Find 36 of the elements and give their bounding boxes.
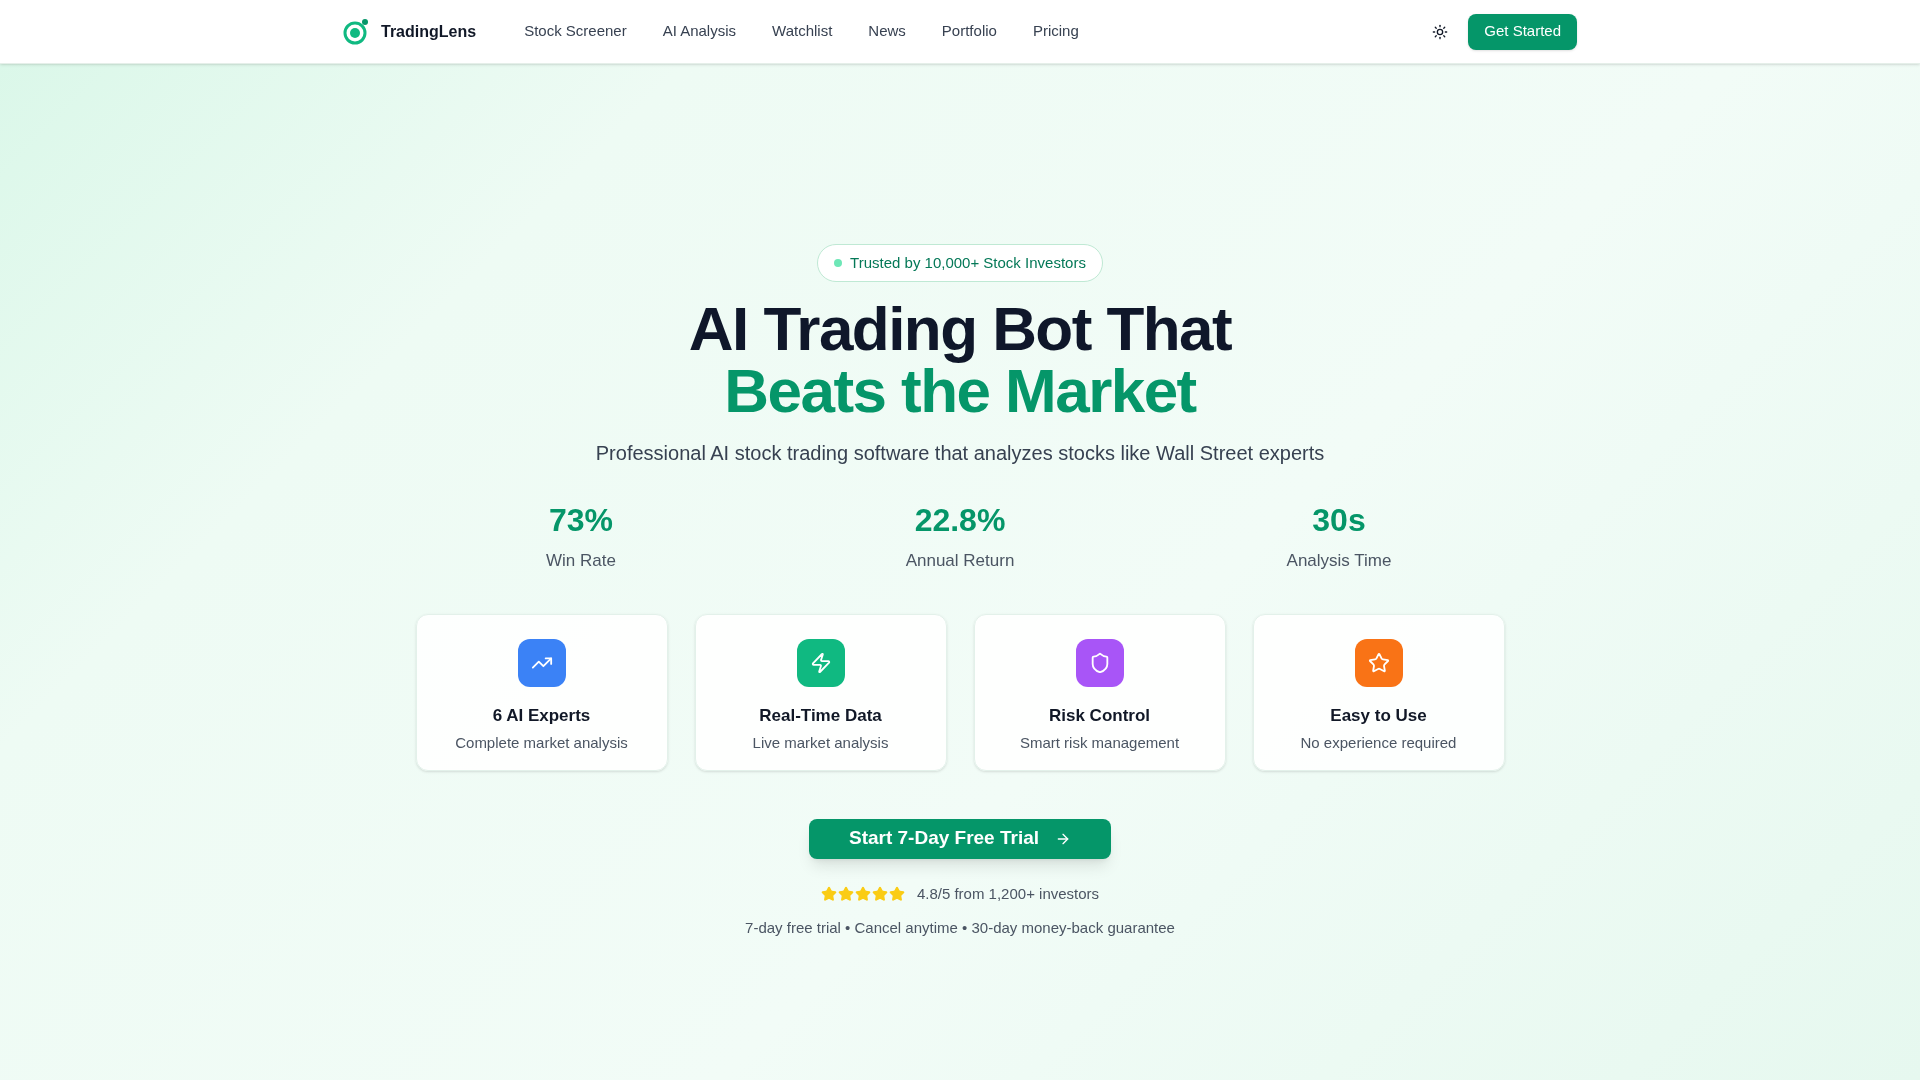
feature-title: Real-Time Data [759,704,882,727]
star-icon [871,885,888,902]
logo-icon [343,18,369,45]
stat-label: Analysis Time [1286,550,1392,572]
lightning-icon [809,651,832,674]
star-icon [820,885,837,902]
badge-text: Trusted by 10,000+ Stock Investors [850,252,1086,273]
feature-title: 6 AI Experts [492,704,591,727]
nav-link[interactable]: AI Analysis [662,20,737,43]
feature-title: Risk Control [1048,704,1151,727]
stat-label: Annual Return [905,550,1015,572]
hero-subtitle: Professional AI stock trading software that analyzes stocks like Wall Street experts [595,441,1325,466]
star-icon [837,885,854,902]
nav-link[interactable]: Portfolio [941,20,997,43]
nav-link[interactable]: Watchlist [772,20,833,43]
stat-label: Win Rate [546,550,616,572]
feature-description: Complete market analysis [455,733,628,753]
rating-text: 4.8/5 from 1,200+ investors [916,883,1100,904]
feature-title: Easy to Use [1330,704,1427,727]
star-icon [854,885,871,902]
get-started-button[interactable]: Get Started [1468,13,1577,50]
stat-value: 73% [548,501,613,540]
stat-value: 22.8% [914,501,1006,540]
feature-description: Live market analysis [752,733,889,753]
guarantee-text: 7-day free trial • Cancel anytime • 30-day money-back guarantee [745,918,1175,938]
brand-name: TradingLens [381,21,477,42]
nav-link[interactable]: Stock Screener [524,20,627,43]
star-icon [1367,651,1390,674]
theme-toggle-icon[interactable] [1432,23,1449,40]
feature-description: No experience required [1300,733,1457,753]
stat-value: 30s [1312,501,1366,540]
star-icon [888,885,905,902]
nav-link[interactable]: News [868,20,906,43]
free-trial-button[interactable]: Start 7-Day Free Trial [808,818,1112,859]
feature-description: Smart risk management [1019,733,1180,753]
nav-link[interactable]: Pricing [1032,20,1079,43]
